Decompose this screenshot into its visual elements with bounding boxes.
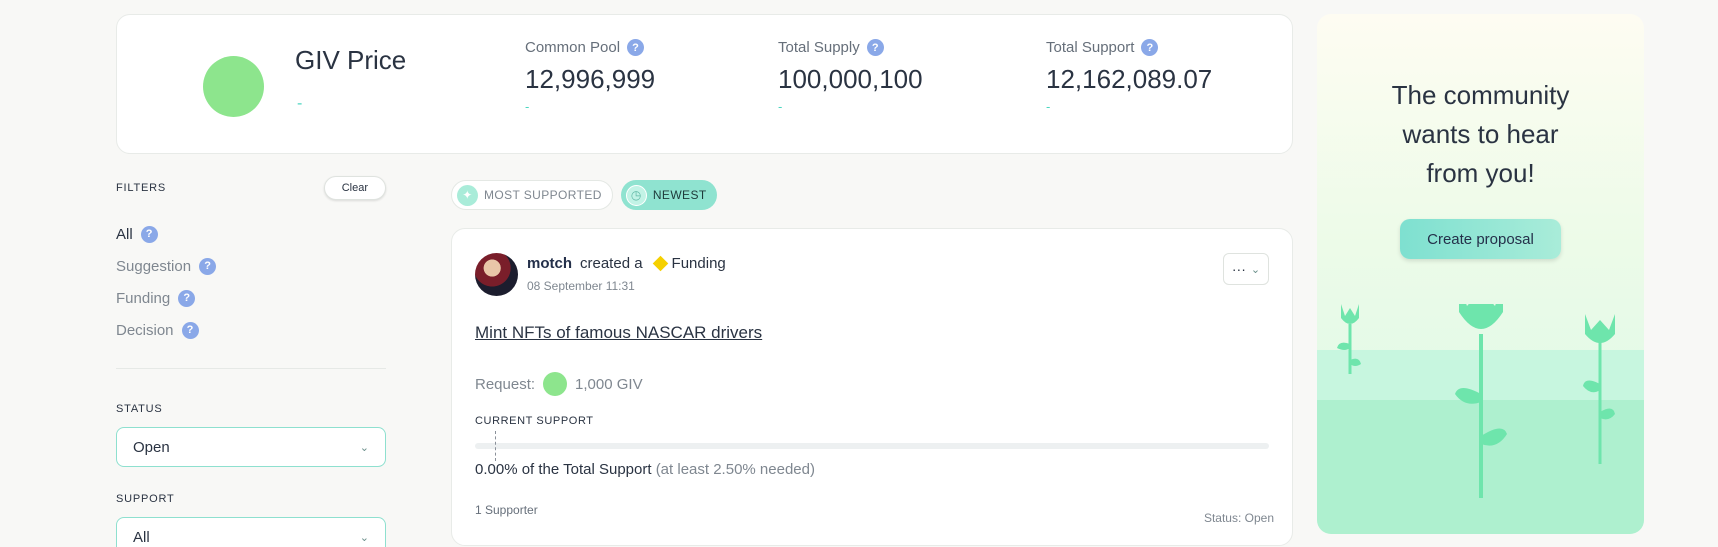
status-select[interactable]: Open ⌄ [116,427,386,467]
stat-sub: - [778,99,783,114]
plants-illustration [1337,304,1615,498]
request-amount: 1,000 GIV [575,375,643,393]
request-row: Request: 1,000 GIV [475,372,643,396]
author-line: motch created a Funding [527,255,726,272]
stat-total-support: Total Support ? 12,162,089.07 - [1046,39,1212,114]
giv-price-title: GIV Price [295,45,407,75]
status-title: STATUS [116,403,163,415]
support-progress-bar [475,443,1269,449]
help-icon[interactable]: ? [199,257,217,275]
filter-label: Decision [116,321,174,339]
tab-most-supported[interactable]: ✦ MOST SUPPORTED [451,180,613,210]
support-title: SUPPORT [116,493,175,505]
avatar[interactable] [475,253,518,296]
clear-filters-button[interactable]: Clear [323,176,386,200]
help-icon[interactable]: ? [181,321,199,339]
chevron-down-icon: ⌄ [359,531,369,544]
support-percentage: 0.00% of the Total Support [475,461,652,478]
support-select-value: All [133,528,150,546]
stat-label: Total Support [1046,39,1135,56]
tab-label: NEWEST [652,188,707,202]
community-line: wants to hear [1402,119,1559,149]
supporters-count[interactable]: 1 Supporter [475,503,538,517]
filters-panel: FILTERS Clear All ? Suggestion ? Funding… [116,176,386,547]
stat-common-pool: Common Pool ? 12,996,999 - [525,39,655,114]
support-filter: SUPPORT All ⌄ [116,493,386,547]
filters-title: FILTERS [116,182,167,194]
filter-label: Funding [116,289,171,307]
stat-sub: - [1046,99,1051,114]
community-message: The community wants to hear from you! [1317,76,1644,193]
stat-label: Total Supply [778,39,860,56]
help-icon[interactable]: ? [866,39,884,56]
chevron-down-icon: ⌄ [359,441,369,454]
filter-item-suggestion[interactable]: Suggestion ? [116,250,386,282]
stat-sub: - [525,99,530,114]
stat-value: 12,162,089.07 [1046,64,1213,94]
proposal-card[interactable]: motch created a Funding 08 September 11:… [451,228,1293,546]
stat-total-supply: Total Supply ? 100,000,100 - [778,39,923,114]
chevron-down-icon: ⌄ [1250,263,1261,276]
stat-label: Common Pool [525,39,621,56]
proposal-type-label: Funding [671,255,726,272]
proposal-menu-button[interactable]: ··· ⌄ [1223,253,1269,285]
create-proposal-button[interactable]: Create proposal [1400,219,1561,259]
giv-token-icon [543,372,568,396]
help-icon[interactable]: ? [1141,39,1159,56]
stat-value: 12,996,999 [525,64,656,94]
community-line: The community [1391,80,1570,110]
community-line: from you! [1426,158,1535,188]
current-support-label: CURRENT SUPPORT [475,415,594,427]
community-panel: The community wants to hear from you! Cr… [1317,14,1644,534]
filter-label: Suggestion [116,257,192,275]
timestamp: 08 September 11:31 [527,279,635,293]
request-label: Request: [475,375,536,393]
stat-value: 100,000,100 [778,64,923,94]
more-icon: ··· [1231,261,1246,277]
support-summary: 0.00% of the Total Support (at least 2.5… [475,461,815,478]
tab-newest[interactable]: ◷ NEWEST [620,180,717,210]
status-select-value: Open [133,438,170,456]
proposal-title[interactable]: Mint NFTs of famous NASCAR drivers [475,323,762,343]
tab-label: MOST SUPPORTED [484,188,602,202]
proposal-type: Funding [651,255,726,272]
filter-item-all[interactable]: All ? [116,218,386,250]
stats-card: GIV Price - Common Pool ? 12,996,999 - T… [116,14,1293,154]
divider [116,368,386,369]
diamond-icon [652,255,668,272]
filter-list: All ? Suggestion ? Funding ? Decision ? [116,218,386,346]
help-icon[interactable]: ? [140,225,158,243]
threshold-marker [494,431,496,461]
clock-icon: ◷ [625,184,647,206]
filter-item-funding[interactable]: Funding ? [116,282,386,314]
status-filter: STATUS Open ⌄ [116,403,386,467]
help-icon[interactable]: ? [627,39,645,56]
giv-logo [203,56,264,117]
support-select[interactable]: All ⌄ [116,517,386,547]
support-needed: (at least 2.50% needed) [655,461,815,478]
filter-item-decision[interactable]: Decision ? [116,314,386,346]
filter-label: All [116,225,133,243]
sort-tabs: ✦ MOST SUPPORTED ◷ NEWEST [451,180,717,210]
giv-price-value: - [297,95,303,112]
sparkle-icon: ✦ [457,184,478,206]
proposal-status: Status: Open [1203,511,1274,525]
author-name[interactable]: motch [527,255,572,272]
help-icon[interactable]: ? [178,289,196,307]
action-text: created a [580,255,643,272]
